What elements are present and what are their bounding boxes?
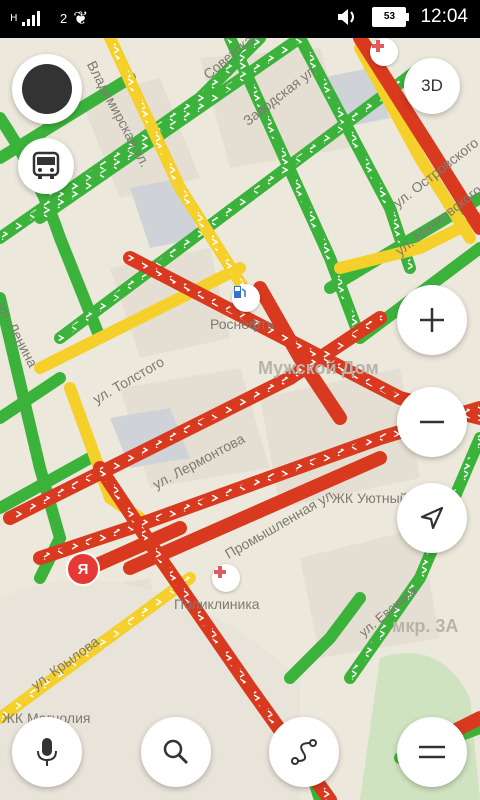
gas-station-icon[interactable] [232,284,260,312]
profile-icon [22,64,72,114]
area-label: мкр. 3А [392,616,459,636]
location-icon [420,506,444,530]
battery-icon: 53 [372,7,410,27]
zoom-out-icon [420,420,444,424]
search-icon [163,739,188,764]
volume-icon [338,9,355,25]
network-label: 2 [60,11,68,26]
bus-icon [32,151,60,179]
user-location-marker[interactable]: Я [66,552,100,586]
voice-search-button[interactable] [12,717,82,787]
microphone-icon [37,738,57,766]
zoom-in-icon [420,308,444,332]
status-bar: H 2 ❦ 53 12:04 [0,0,480,38]
menu-icon [419,745,445,759]
transit-button[interactable] [18,138,74,194]
route-button[interactable] [269,717,339,787]
mode-3d-button[interactable]: 3D [404,58,460,114]
mode-3d-label: 3D [421,76,443,95]
poi-label: Роснефть [210,316,274,332]
zoom-out-button[interactable] [397,387,467,457]
clock: 12:04 [420,6,468,27]
poi-label: Поликлиника [174,596,260,612]
signal-icon: H [10,10,40,26]
zoom-in-button[interactable] [397,285,467,355]
area-label: Мужской Дом [258,358,379,378]
clinic-icon[interactable] [212,564,240,592]
menu-button[interactable] [397,717,467,787]
profile-button[interactable] [12,54,82,124]
route-icon [291,739,317,765]
medical-icon[interactable] [370,38,398,66]
search-button[interactable] [141,717,211,787]
area-label: ЖК Уютный [332,490,408,506]
svg-text:H: H [10,13,18,24]
app-notification-icon: ❦ [73,8,89,28]
my-location-button[interactable] [397,483,467,553]
